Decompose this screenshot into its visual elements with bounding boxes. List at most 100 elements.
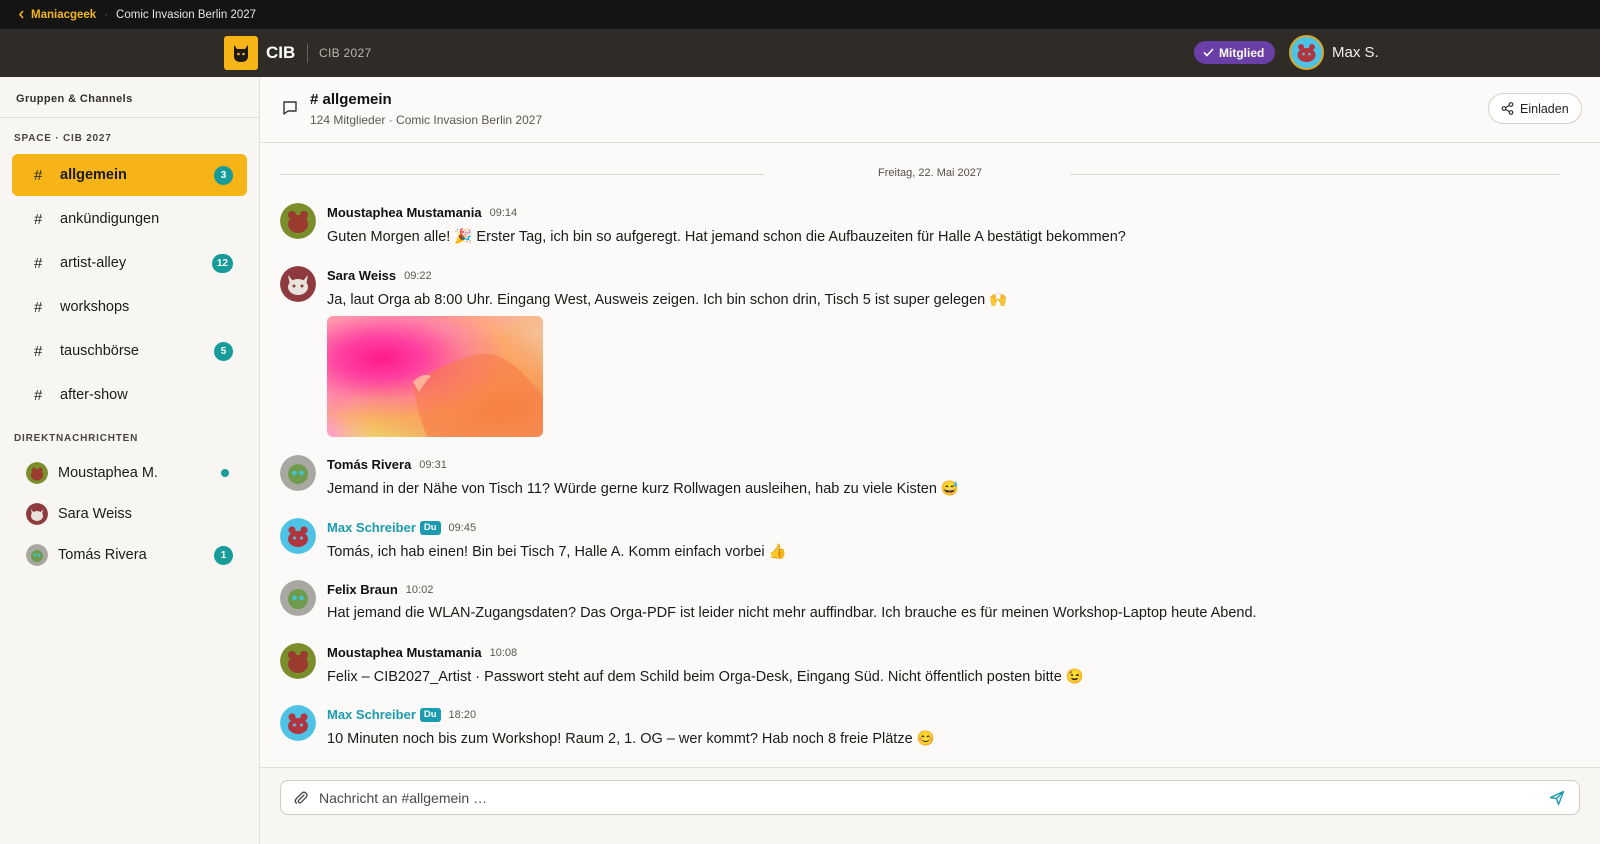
- avatar[interactable]: [280, 580, 316, 616]
- message-text: Jemand in der Nähe von Tisch 11? Würde g…: [327, 481, 959, 497]
- space-section-label: SPACE · CIB 2027: [14, 133, 112, 144]
- channel-item-after-show[interactable]: # after-show: [12, 374, 247, 416]
- message-text: Tomás, ich hab einen! Bin bei Tisch 7, H…: [327, 544, 787, 560]
- message-time: 09:22: [404, 269, 432, 282]
- message-meta: Max Schreiber Du 18:20: [327, 707, 476, 722]
- self-tag: Du: [419, 520, 441, 535]
- message-text: Hat jemand die WLAN-Zugangsdaten? Das Or…: [327, 605, 1257, 621]
- dm-name: Moustaphea M.: [58, 465, 158, 481]
- message-author[interactable]: Sara Weiss: [327, 268, 396, 283]
- message-author[interactable]: Moustaphea Mustamania: [327, 205, 482, 220]
- self-tag: Du: [419, 707, 441, 722]
- channel-item-workshops[interactable]: # workshops: [12, 286, 247, 328]
- check-icon: [1203, 48, 1214, 57]
- member-status-label: Mitglied: [1219, 45, 1265, 60]
- unread-badge: 5: [214, 341, 233, 361]
- sidebar: Gruppen & Channels SPACE · CIB 2027 # al…: [0, 77, 260, 844]
- avatar: [26, 503, 48, 525]
- hash-icon: #: [34, 386, 43, 404]
- member-status-badge: Mitglied: [1194, 41, 1276, 64]
- channel-name: artist-alley: [60, 255, 127, 271]
- channel-item-tauschboerse[interactable]: # tauschbörse 5: [12, 330, 247, 372]
- avatar[interactable]: [280, 518, 316, 554]
- dm-item-moustaphea[interactable]: Moustaphea M.: [12, 453, 247, 493]
- message-text: 10 Minuten noch bis zum Workshop! Raum 2…: [327, 731, 935, 747]
- unread-badge: 1: [214, 545, 233, 565]
- dm-name: Sara Weiss: [58, 506, 132, 522]
- hash-icon: #: [34, 342, 43, 360]
- channel-item-allgemein[interactable]: # allgemein 3: [12, 154, 247, 196]
- composer-area: [260, 767, 1600, 844]
- hash-icon: #: [34, 166, 43, 184]
- hash-icon: #: [34, 298, 43, 316]
- breadcrumb: Maniacgeek · Comic Invasion Berlin 2027: [0, 0, 1600, 29]
- message-image-attachment[interactable]: [327, 316, 543, 437]
- message-meta: Felix Braun 10:02: [327, 582, 433, 597]
- avatar[interactable]: [280, 705, 316, 741]
- breadcrumb-current: Comic Invasion Berlin 2027: [116, 8, 257, 21]
- avatar[interactable]: [280, 643, 316, 679]
- brand-subtitle: CIB 2027: [319, 46, 372, 60]
- chat-bubble-icon: [283, 101, 297, 115]
- message-author[interactable]: Tomás Rivera: [327, 457, 411, 472]
- invite-button-label: Einladen: [1520, 101, 1569, 116]
- avatar: [26, 462, 48, 484]
- date-divider-label: Freitag, 22. Mai 2027: [878, 167, 982, 179]
- back-link-label: Maniacgeek: [31, 8, 97, 21]
- message-meta: Tomás Rivera 09:31: [327, 457, 447, 472]
- cat-mascot-icon: [234, 45, 248, 62]
- user-name[interactable]: Max S.: [1332, 44, 1379, 61]
- message-time: 09:45: [448, 521, 477, 534]
- message-time: 10:08: [489, 646, 518, 659]
- paperclip-icon[interactable]: [293, 789, 311, 807]
- brand-name: CIB: [266, 43, 296, 62]
- hash-icon: #: [34, 254, 43, 272]
- dm-name: Tomás Rivera: [58, 547, 147, 563]
- channel-title: # allgemein: [310, 91, 392, 108]
- back-link[interactable]: Maniacgeek: [18, 9, 96, 21]
- avatar[interactable]: [280, 266, 316, 302]
- channel-name: workshops: [60, 299, 130, 315]
- channel-item-artist-alley[interactable]: # artist-alley 12: [12, 242, 247, 284]
- online-status-dot: [221, 469, 229, 477]
- message-composer: [280, 780, 1580, 815]
- avatar[interactable]: [280, 455, 316, 491]
- dm-item-tomas[interactable]: Tomás Rivera 1: [12, 535, 247, 575]
- message-author[interactable]: Max Schreiber: [327, 707, 416, 722]
- message-author[interactable]: Felix Braun: [327, 582, 398, 597]
- channel-header: # allgemein 124 Mitglieder · Comic Invas…: [260, 77, 1600, 143]
- message-author[interactable]: Moustaphea Mustamania: [327, 645, 482, 660]
- channel-title-name: allgemein: [322, 91, 392, 108]
- avatar: [26, 544, 48, 566]
- message-author[interactable]: Max Schreiber: [327, 520, 416, 535]
- dm-item-sara[interactable]: Sara Weiss: [12, 494, 247, 534]
- dm-section-label: DIREKTNACHRICHTEN: [14, 433, 139, 444]
- message-meta: Max Schreiber Du 09:45: [327, 520, 476, 535]
- brand-logo[interactable]: [224, 36, 258, 70]
- hash-icon: #: [34, 210, 43, 228]
- message-input[interactable]: [319, 789, 1549, 806]
- message-time: 09:14: [489, 206, 518, 219]
- date-divider-line-right: [1070, 174, 1560, 175]
- app-header: CIB CIB 2027 Mitglied Max S.: [0, 29, 1600, 77]
- message-time: 10:02: [405, 583, 434, 596]
- channel-title-hash: #: [310, 91, 319, 108]
- breadcrumb-separator: ·: [104, 8, 109, 21]
- unread-badge: 3: [214, 165, 233, 185]
- invite-button[interactable]: Einladen: [1488, 93, 1582, 124]
- channel-name: tauschbörse: [60, 343, 139, 359]
- share-icon: [1501, 102, 1514, 115]
- unread-badge: 12: [211, 253, 233, 273]
- chevron-left-icon: [18, 10, 24, 19]
- message-meta: Sara Weiss 09:22: [327, 268, 432, 283]
- brand-divider: [307, 44, 308, 63]
- channel-item-ankuendigungen[interactable]: # ankündigungen: [12, 198, 247, 240]
- avatar[interactable]: [280, 203, 316, 239]
- message-text: Felix – CIB2027_Artist · Passwort steht …: [327, 669, 1084, 685]
- user-avatar[interactable]: [1289, 35, 1324, 70]
- message-time: 09:31: [419, 458, 447, 471]
- message-text: Ja, laut Orga ab 8:00 Uhr. Eingang West,…: [327, 292, 1008, 308]
- sidebar-divider: [0, 117, 259, 118]
- send-icon[interactable]: [1549, 789, 1567, 807]
- date-divider: Freitag, 22. Mai 2027: [280, 165, 1580, 185]
